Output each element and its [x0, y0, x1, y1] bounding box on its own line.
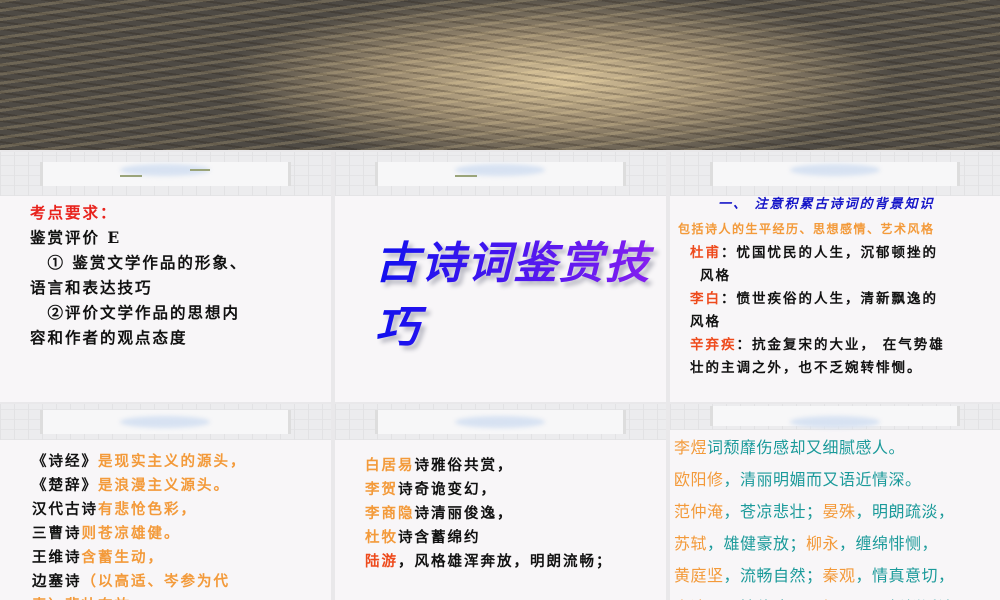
list-item: 李贺诗奇诡变幻，	[365, 478, 613, 502]
text-line: 鉴赏评价 E	[30, 228, 122, 247]
poet-desc: ，苍凉悲壮；	[723, 502, 823, 521]
list-item: 李煜词颓靡伤感却又细腻感人。	[674, 432, 955, 464]
list-item: 表）悲壮奔放	[32, 594, 247, 600]
work-name: 边塞诗	[32, 573, 82, 590]
slide-header-decoration	[0, 152, 331, 196]
poet-desc: 壮的主调之外，也不乏婉转悱恻。	[690, 360, 923, 376]
list-item: 范仲淹，苍凉悲壮；晏殊，明朗疏淡，	[674, 496, 955, 528]
poet-name: 李商隐	[365, 505, 415, 522]
list-item: 汉代古诗有悲怆色彩，	[32, 498, 247, 522]
poet-name: 李贺	[365, 481, 398, 498]
list-item: 《诗经》是现实主义的源头，	[32, 450, 247, 474]
work-desc: 有悲怆色彩，	[98, 501, 197, 518]
poet-desc: 诗雅俗共赏，	[414, 457, 514, 474]
list-item: 王维诗含蓄生动，	[32, 546, 247, 570]
poet-name: 李煜	[674, 438, 708, 457]
poet-name: 陆游	[365, 553, 398, 570]
slide-text: 考点要求： 鉴赏评价 E ① 鉴赏文学作品的形象、 语言和表达技巧 ②评价文学作…	[30, 200, 247, 350]
poet-desc: 诗清丽俊逸，	[414, 505, 514, 522]
slide-header-decoration	[670, 404, 1000, 430]
poet-desc: 诗奇诡变幻，	[398, 481, 497, 498]
poet-desc: ，缠绵悱恻，	[839, 534, 939, 553]
poet-name: 白居易	[365, 457, 415, 474]
poet-name: 晏殊	[822, 502, 856, 521]
poet-desc: 词颓靡伤感却又细腻感人。	[707, 438, 906, 457]
poet-name: 杜甫	[690, 245, 721, 261]
list-item: 李清照，婉约凄切；杨万里，新鲜活泼	[674, 592, 955, 600]
water-header-image	[0, 0, 1000, 150]
list-item: 欧阳修，清丽明媚而又语近情深。	[674, 464, 955, 496]
poet-name: 柳永	[806, 534, 840, 553]
slide-title: 古诗词鉴赏技巧	[375, 227, 666, 355]
work-name: 《楚辞》	[32, 477, 98, 494]
poet-desc: ，风格雄浑奔放，明朗流畅；	[398, 553, 613, 570]
work-desc: 是浪漫主义源头。	[98, 477, 230, 494]
poet-desc: ，明朗疏淡，	[855, 502, 955, 521]
list-item: 苏轼，雄健豪放；柳永，缠绵悱恻，	[674, 528, 955, 560]
work-desc: （以高适、岑参为代	[81, 573, 230, 590]
poet-name: 苏轼	[674, 534, 708, 553]
poet-name: 李白	[690, 291, 721, 307]
poet-name: 杜牧	[365, 529, 398, 546]
poet-name: 欧阳修	[674, 470, 724, 489]
slide-thumbnail-1[interactable]: 考点要求： 鉴赏评价 E ① 鉴赏文学作品的形象、 语言和表达技巧 ②评价文学作…	[0, 152, 331, 402]
poet-desc: 诗含蓄绵约	[398, 529, 481, 546]
list-item: 黄庭坚，流畅自然；秦观，情真意切，	[674, 560, 955, 592]
slide-thumbnail-5[interactable]: 白居易诗雅俗共赏， 李贺诗奇诡变幻， 李商隐诗清丽俊逸， 杜牧诗含蓄绵约 陆游，风格雄浑…	[335, 404, 666, 600]
poet-name: 范仲淹	[674, 502, 724, 521]
poet-name: 辛弃疾	[690, 337, 737, 353]
section-subheading: 包括诗人的生平经历、思想感情、艺术风格	[678, 222, 935, 236]
text-line: ②评价文学作品的思想内	[30, 303, 241, 322]
list-item: 李商隐诗清丽俊逸，	[365, 502, 613, 526]
work-name: 汉代古诗	[32, 501, 98, 518]
slide-header-decoration	[0, 404, 331, 440]
work-name: 《诗经》	[32, 453, 98, 470]
poet-desc: 风格	[700, 268, 731, 284]
work-name: 王维诗	[32, 549, 82, 566]
slide-thumbnail-2[interactable]: 古诗词鉴赏技巧	[335, 152, 666, 402]
work-desc: 含蓄生动，	[81, 549, 164, 566]
section-heading: 一、 注意积累古诗词的背景知识	[718, 197, 935, 212]
list-item: 《楚辞》是浪漫主义源头。	[32, 474, 247, 498]
poet-desc: ：抗金复宋的大业， 在气势雄	[736, 337, 945, 353]
list-item: 杜牧诗含蓄绵约	[365, 526, 613, 550]
requirement-heading: 考点要求：	[30, 203, 118, 222]
list-item: 陆游，风格雄浑奔放，明朗流畅；	[365, 550, 613, 574]
list-item: 白居易诗雅俗共赏，	[365, 454, 613, 478]
text-line: ① 鉴赏文学作品的形象、	[30, 253, 248, 272]
work-desc: 则苍凉雄健。	[81, 525, 181, 542]
work-name: 三曹诗	[32, 525, 82, 542]
slide-header-decoration	[335, 152, 666, 196]
slide-thumbnail-4[interactable]: 《诗经》是现实主义的源头， 《楚辞》是浪漫主义源头。 汉代古诗有悲怆色彩， 三曹诗则苍…	[0, 404, 331, 600]
list-item: 三曹诗则苍凉雄健。	[32, 522, 247, 546]
poet-desc: ：忧国忧民的人生，沉郁顿挫的	[721, 245, 938, 261]
poet-name: 黄庭坚	[674, 566, 724, 585]
text-line: 容和作者的观点态度	[30, 328, 188, 347]
work-desc: 是现实主义的源头，	[98, 453, 247, 470]
slide-header-decoration	[670, 152, 1000, 196]
poet-desc: ，流畅自然；	[723, 566, 823, 585]
poet-desc: ：愤世疾俗的人生，清新飘逸的	[721, 291, 938, 307]
poet-desc: ，清丽明媚而又语近情深。	[723, 470, 922, 489]
poet-desc: 风格	[690, 314, 721, 330]
poet-desc: ，雄健豪放；	[707, 534, 807, 553]
slide-thumbnail-6[interactable]: 李煜词颓靡伤感却又细腻感人。 欧阳修，清丽明媚而又语近情深。 范仲淹，苍凉悲壮；晏殊…	[670, 404, 1000, 600]
slide-thumbnail-3[interactable]: 一、 注意积累古诗词的背景知识 包括诗人的生平经历、思想感情、艺术风格 杜甫：忧…	[670, 152, 1000, 402]
text-line: 语言和表达技巧	[30, 278, 153, 297]
poet-desc: ，情真意切，	[855, 566, 955, 585]
slide-header-decoration	[335, 404, 666, 440]
poet-name: 秦观	[822, 566, 856, 585]
list-item: 边塞诗（以高适、岑参为代	[32, 570, 247, 594]
